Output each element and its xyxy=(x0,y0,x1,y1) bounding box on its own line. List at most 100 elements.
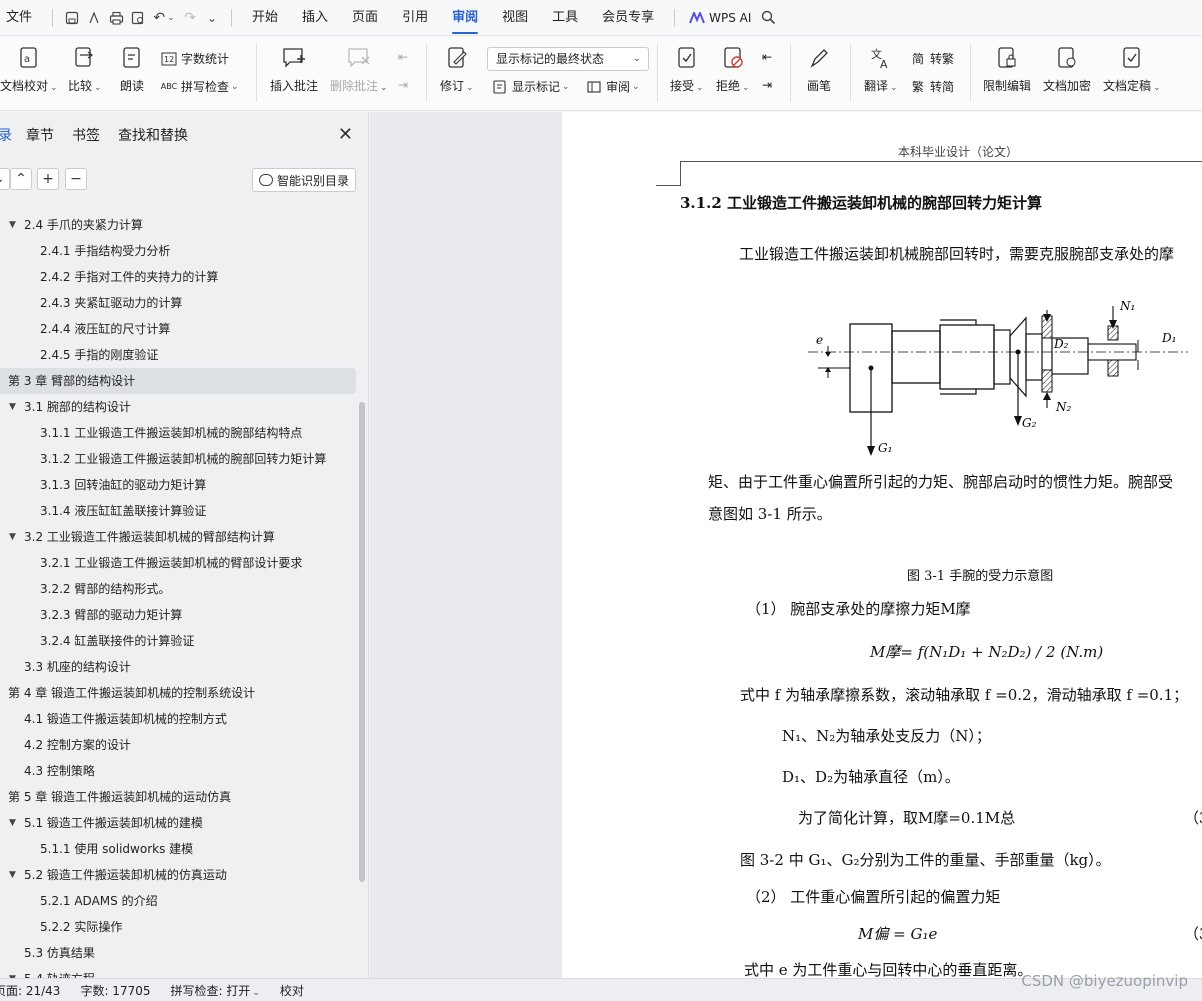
remove-icon[interactable]: − xyxy=(65,168,87,190)
prev-comment-icon[interactable]: ⇤ xyxy=(398,50,408,64)
spell-check-status[interactable]: 拼写检查: 打开 ⌄ xyxy=(171,982,260,999)
next-revision-icon[interactable]: ⇥ xyxy=(762,78,772,92)
toc-item[interactable]: 3.1.4 液压缸缸盖联接计算验证 xyxy=(0,498,360,524)
tab-home[interactable]: 开始 xyxy=(240,0,290,36)
doc-check-button[interactable]: a 文档校对 ⌄ xyxy=(0,45,58,94)
undo-icon[interactable]: ↶ ⌄ xyxy=(149,0,179,36)
scrollbar[interactable] xyxy=(359,402,365,882)
toc-item[interactable]: 第 3 章 臂部的结构设计 xyxy=(0,368,356,394)
markup-state-select[interactable]: 显示标记的最终状态 ⌄ xyxy=(487,47,649,71)
toc-item[interactable]: 5.3 仿真结果 xyxy=(0,940,360,966)
toc-item[interactable]: 3.1.1 工业锻造工件搬运装卸机械的腕部结构特点 xyxy=(0,420,360,446)
accept-button[interactable]: 接受 ⌄ xyxy=(670,45,704,94)
insert-comment-icon xyxy=(281,45,307,71)
toc-item[interactable]: 第 5 章 锻造工件搬运装卸机械的运动仿真 xyxy=(0,784,360,810)
toc-item[interactable]: 3.2.1 工业锻造工件搬运装卸机械的臂部设计要求 xyxy=(0,550,360,576)
toc-item[interactable]: 4.3 控制策略 xyxy=(0,758,360,784)
wps-ai-button[interactable]: WPS AI xyxy=(683,0,757,36)
tab-insert[interactable]: 插入 xyxy=(290,0,340,36)
toc-item[interactable]: 2.4.2 手指对工件的夹持力的计算 xyxy=(0,264,360,290)
document-page[interactable]: 本科毕业设计（论文） 3.1.2 工业锻造工件搬运装卸机械的腕部回转力矩计算 工… xyxy=(562,112,1202,978)
list-item: （2） 工件重心偏置所引起的偏置力矩 xyxy=(746,888,1001,906)
revise-button[interactable]: 修订 ⌄ xyxy=(440,45,474,94)
expand-triangle-icon[interactable]: ▼ xyxy=(9,810,16,836)
wps-ai-logo-icon xyxy=(689,11,706,23)
divider xyxy=(970,44,971,102)
toc-item[interactable]: 第 4 章 锻造工件搬运装卸机械的控制系统设计 xyxy=(0,680,360,706)
tab-references[interactable]: 引用 xyxy=(390,0,440,36)
toc-item[interactable]: 3.2.4 缸盖联接件的计算验证 xyxy=(0,628,360,654)
page-indicator[interactable]: 页面: 21/43 xyxy=(0,982,60,999)
chevron-up-icon[interactable]: ⌃ xyxy=(10,168,32,190)
expand-triangle-icon[interactable]: ▼ xyxy=(9,862,16,888)
delete-comment-button[interactable]: 删除批注 ⌄ xyxy=(330,45,388,94)
prev-revision-icon[interactable]: ⇤ xyxy=(762,50,772,64)
tab-find-replace[interactable]: 查找和替换 xyxy=(118,125,188,145)
spell-check-status-label: 拼写检查: 打开 xyxy=(170,983,251,998)
print-icon[interactable] xyxy=(105,0,127,36)
translate-button[interactable]: 文A 翻译 ⌄ xyxy=(864,45,898,94)
toc-item[interactable]: ▼ 5.1 锻造工件搬运装卸机械的建模 xyxy=(0,810,360,836)
toc-item[interactable]: 4.2 控制方案的设计 xyxy=(0,732,360,758)
search-icon[interactable] xyxy=(757,0,779,36)
tab-toc[interactable]: 录 xyxy=(0,125,12,145)
expand-triangle-icon[interactable]: ▼ xyxy=(9,524,16,550)
tab-view[interactable]: 视图 xyxy=(490,0,540,36)
tab-bookmarks[interactable]: 书签 xyxy=(72,125,100,145)
toc-item[interactable]: 3.1.3 回转油缸的驱动力矩计算 xyxy=(0,472,360,498)
toc-item[interactable]: 3.2.2 臂部的结构形式。 xyxy=(0,576,360,602)
draw-button[interactable]: 画笔 xyxy=(806,45,832,94)
spell-check-button[interactable]: ABC 拼写检查 ⌄ xyxy=(161,78,239,95)
toc-item[interactable]: 5.2.2 实际操作 xyxy=(0,914,360,940)
close-icon[interactable]: ✕ xyxy=(338,124,353,145)
next-comment-icon[interactable]: ⇥ xyxy=(398,78,408,92)
print-preview-icon[interactable] xyxy=(127,0,149,36)
toc-item[interactable]: 3.1.2 工业锻造工件搬运装卸机械的腕部回转力矩计算 xyxy=(0,446,360,472)
toc-item[interactable]: 3.3 机座的结构设计 xyxy=(0,654,360,680)
to-traditional-button[interactable]: 简 转繁 xyxy=(910,50,954,67)
restrict-edit-button[interactable]: 限制编辑 xyxy=(983,45,1031,94)
show-markup-button[interactable]: 显示标记 ⌄ xyxy=(492,78,570,95)
toc-item[interactable]: ▼ 3.2 工业锻造工件搬运装卸机械的臂部结构计算 xyxy=(0,524,360,550)
save-icon[interactable] xyxy=(61,0,83,36)
chevron-down-icon[interactable]: ⌄ xyxy=(201,0,223,36)
toc-item[interactable]: ▼ 2.4 手爪的夹紧力计算 xyxy=(0,212,360,238)
expand-triangle-icon[interactable]: ▼ xyxy=(9,212,16,238)
toc-item[interactable]: 3.2.3 臂部的驱动力矩计算 xyxy=(0,602,360,628)
tab-page[interactable]: 页面 xyxy=(340,0,390,36)
tab-member[interactable]: 会员专享 xyxy=(590,0,666,36)
word-count-status[interactable]: 字数: 17705 xyxy=(80,982,150,999)
toc-item[interactable]: ▼ 3.1 腕部的结构设计 xyxy=(0,394,360,420)
proof-status[interactable]: 校对 xyxy=(280,982,304,999)
to-simplified-button[interactable]: 繁 转简 xyxy=(910,78,954,95)
review-pane-button[interactable]: 审阅 ⌄ xyxy=(586,78,640,95)
compare-button[interactable]: 比较 ⌄ xyxy=(68,45,102,94)
insert-comment-button[interactable]: 插入批注 xyxy=(270,45,318,94)
collapse-left-icon[interactable]: ⌄ xyxy=(0,168,10,190)
export-icon[interactable] xyxy=(83,0,105,36)
smart-toc-button[interactable]: 智能识别目录 xyxy=(252,168,356,192)
read-aloud-button[interactable]: 朗读 xyxy=(119,45,145,94)
toc-item[interactable]: 2.4.4 液压缸的尺寸计算 xyxy=(0,316,360,342)
toc-item[interactable]: 2.4.1 手指结构受力分析 xyxy=(0,238,360,264)
add-icon[interactable]: + xyxy=(37,168,59,190)
finalize-button[interactable]: 文档定稿 ⌄ xyxy=(1103,45,1161,94)
insert-comment-label: 插入批注 xyxy=(270,79,319,93)
encrypt-button[interactable]: 文档加密 xyxy=(1043,45,1091,94)
toc-item[interactable]: 2.4.5 手指的刚度验证 xyxy=(0,342,360,368)
tab-chapters[interactable]: 章节 xyxy=(26,125,54,145)
toc-item[interactable]: ▼ 5.2 锻造工件搬运装卸机械的仿真运动 xyxy=(0,862,360,888)
toc-item[interactable]: 4.1 锻造工件搬运装卸机械的控制方式 xyxy=(0,706,360,732)
word-count-button[interactable]: 12 字数统计 xyxy=(161,50,229,67)
toc-item[interactable]: 5.1.1 使用 solidworks 建模 xyxy=(0,836,360,862)
tab-tools[interactable]: 工具 xyxy=(540,0,590,36)
toc-item[interactable]: 2.4.3 夹紧缸驱动力的计算 xyxy=(0,290,360,316)
expand-triangle-icon[interactable]: ▼ xyxy=(9,394,16,420)
read-aloud-icon xyxy=(119,45,145,71)
divider xyxy=(850,44,851,102)
tab-review[interactable]: 审阅 xyxy=(440,0,490,36)
menu-file[interactable]: 文件 xyxy=(0,0,44,36)
reject-button[interactable]: 拒绝 ⌄ xyxy=(716,45,750,94)
toc-item[interactable]: 5.2.1 ADAMS 的介绍 xyxy=(0,888,360,914)
redo-icon[interactable]: ↷ xyxy=(179,0,201,36)
